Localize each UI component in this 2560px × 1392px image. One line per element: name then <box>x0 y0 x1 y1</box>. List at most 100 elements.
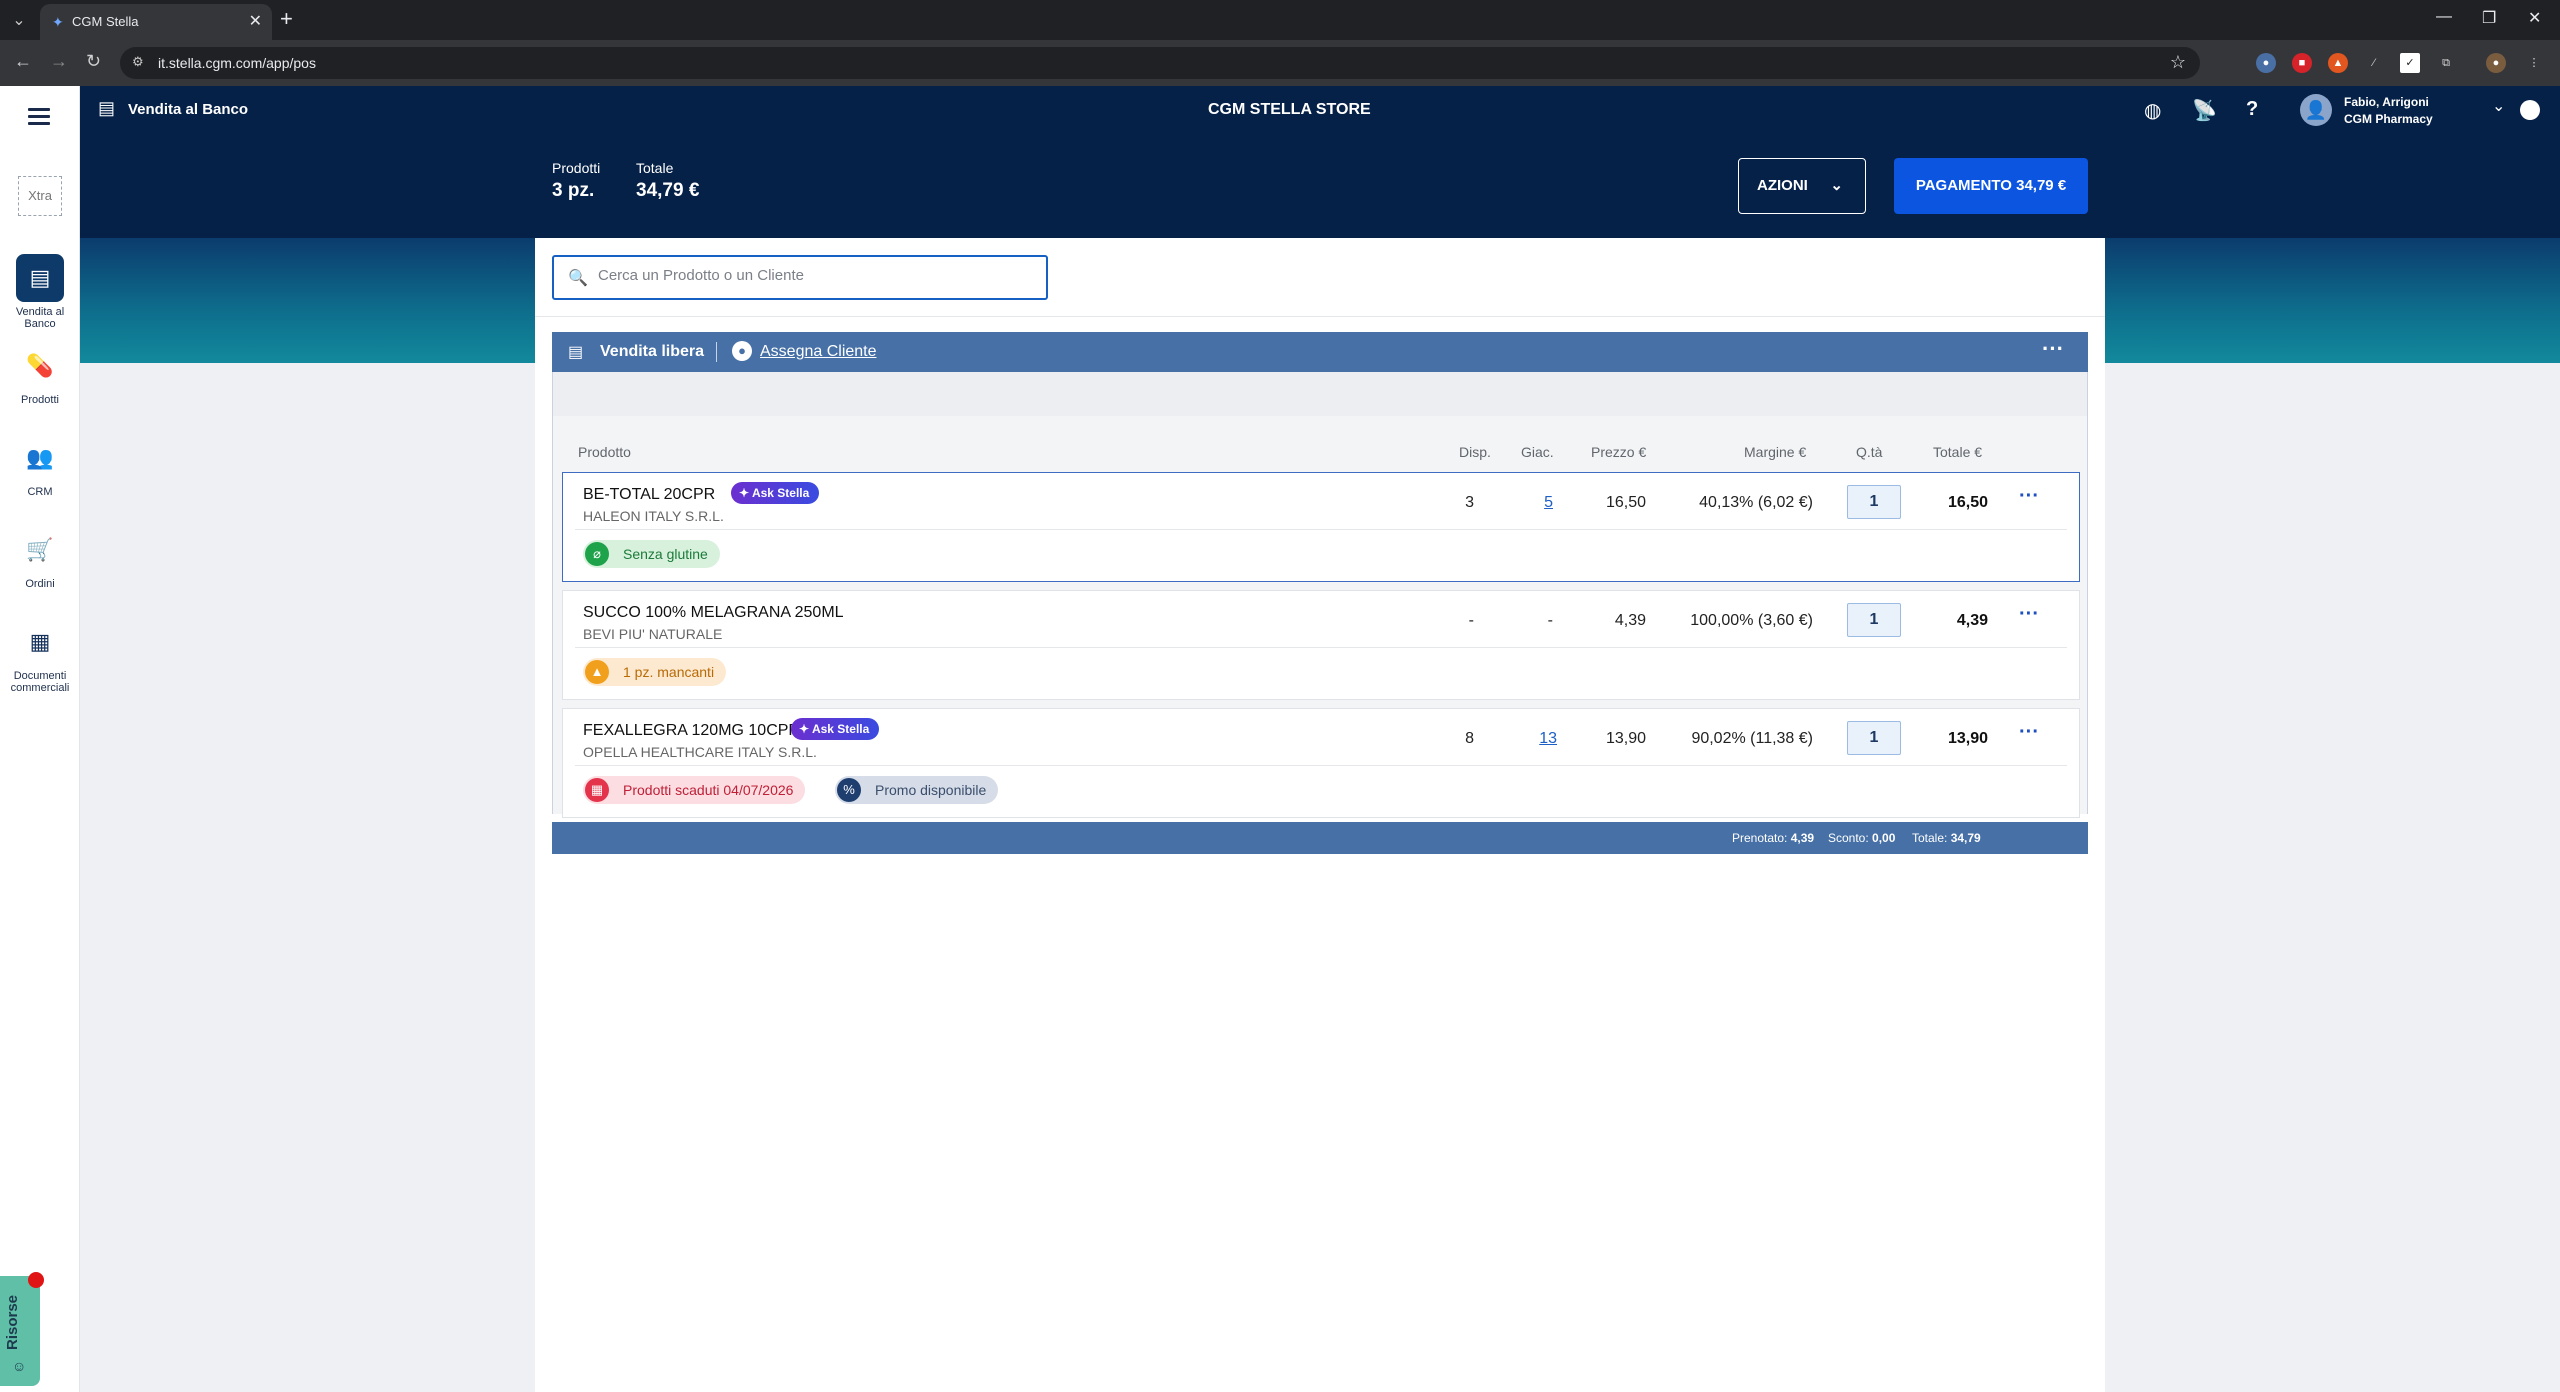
search-input[interactable] <box>598 267 1028 284</box>
avatar[interactable]: 👤 <box>2300 94 2332 126</box>
store-name: CGM STELLA STORE <box>1208 101 1371 118</box>
products-label: Prodotti <box>552 160 601 176</box>
browser-tab[interactable]: ✦ CGM Stella ✕ <box>40 4 272 40</box>
forward-icon[interactable]: → <box>50 51 68 72</box>
broadcast-icon[interactable]: 📡 <box>2192 98 2217 123</box>
user-org: CGM Pharmacy <box>2344 112 2433 126</box>
site-info-icon[interactable]: ⚙ <box>132 54 144 70</box>
extension-1-icon[interactable]: ● <box>2256 53 2276 73</box>
app-header: ▤ Vendita al Banco CGM STELLA STORE ◍ 📡 … <box>80 86 2560 134</box>
column-header-available: Disp. <box>1459 444 1491 460</box>
tab-search-chevron-icon[interactable]: ⌄ <box>6 8 32 34</box>
profile-avatar-icon[interactable]: ● <box>2486 53 2506 73</box>
search-box[interactable]: 🔍 <box>552 255 1048 300</box>
risorse-label: Risorse <box>4 1294 21 1350</box>
back-icon[interactable]: ← <box>14 51 32 72</box>
browser-addressbar: ← → ↻ ⚙ it.stella.cgm.com/app/pos ☆ ● ■ … <box>0 40 2560 86</box>
hamburger-menu-icon[interactable] <box>28 108 50 129</box>
user-info[interactable]: Fabio, Arrigoni CGM Pharmacy <box>2344 94 2433 128</box>
sidebar-item-prodotti[interactable]: 💊 Prodotti <box>0 342 80 406</box>
row-more-icon[interactable]: ··· <box>2019 603 2039 626</box>
payment-button[interactable]: PAGAMENTO 34,79 € <box>1894 158 2088 214</box>
column-header-product: Prodotto <box>578 444 631 460</box>
tag-expired-products[interactable]: ▦ Prodotti scaduti 04/07/2026 <box>583 776 806 804</box>
minimize-icon[interactable]: — <box>2436 8 2452 26</box>
tag-label: Prodotti scaduti 04/07/2026 <box>623 782 794 798</box>
promo-icon: % <box>837 778 861 802</box>
status-toggle[interactable] <box>2520 100 2540 120</box>
reload-icon[interactable]: ↻ <box>86 51 101 72</box>
register-icon: ▤ <box>98 98 116 118</box>
speedometer-icon[interactable]: ◍ <box>2144 98 2161 123</box>
tag-label: Promo disponibile <box>875 782 987 798</box>
sidebar-item-crm[interactable]: 👥 CRM <box>0 434 80 498</box>
tag-missing-pieces: ▲ 1 pz. mancanti <box>583 658 727 686</box>
table-row[interactable]: FEXALLEGRA 120MG 10CPR ✦ Ask Stella OPEL… <box>562 708 2080 818</box>
notification-dot <box>28 1272 44 1288</box>
sidebar-item-label: CRM <box>27 486 53 498</box>
total-summary: Totale: 34,79 <box>1912 831 1981 845</box>
row-total: 4,39 <box>1956 612 1988 629</box>
chevron-down-icon[interactable]: ⌄ <box>2492 96 2505 116</box>
column-header-margin: Margine € <box>1744 444 1807 460</box>
extension-3-icon[interactable]: ▲ <box>2328 53 2348 73</box>
sidebar-item-documenti[interactable]: ▦ Documenti commerciali <box>0 618 80 694</box>
url-bar[interactable]: ⚙ it.stella.cgm.com/app/pos ☆ <box>120 47 2200 79</box>
table-row[interactable]: BE-TOTAL 20CPR ✦ Ask Stella HALEON ITALY… <box>562 472 2080 582</box>
total-value: 34,79 <box>1950 831 1981 845</box>
search-icon: 🔍 <box>568 270 588 287</box>
sale-subbar <box>552 372 2088 416</box>
user-name: Fabio, Arrigoni <box>2344 95 2429 109</box>
adblock-icon[interactable]: ■ <box>2292 53 2312 73</box>
bookmark-star-icon[interactable]: ☆ <box>2170 52 2186 73</box>
smile-icon: ☺ <box>12 1358 27 1374</box>
close-window-icon[interactable]: ✕ <box>2528 8 2541 28</box>
sidebar-item-ordini[interactable]: 🛒 Ordini <box>0 526 80 590</box>
restore-icon[interactable]: ❐ <box>2482 8 2496 28</box>
extensions-puzzle-icon[interactable]: ⧉ <box>2436 53 2456 73</box>
app-sidebar: Xtra ▤ Vendita al Banco 💊 Prodotti 👥 CRM… <box>0 86 80 1392</box>
help-icon[interactable]: ? <box>2246 98 2258 121</box>
calendar-icon: ▦ <box>585 778 609 802</box>
divider <box>716 342 717 362</box>
sale-panel-footer: Prenotato: 4,39 Sconto: 0,00 Totale: 34,… <box>552 822 2088 854</box>
sidebar-item-vendita[interactable]: ▤ Vendita al Banco <box>0 254 80 330</box>
sidebar-item-label: Ordini <box>25 578 55 590</box>
risorse-tab[interactable]: Risorse ☺ <box>0 1272 44 1386</box>
extension-5-icon[interactable]: ✓ <box>2400 53 2420 73</box>
extension-4-icon[interactable]: ⁄ <box>2364 53 2384 73</box>
tag-label: 1 pz. mancanti <box>623 664 715 680</box>
chevron-down-icon: ⌄ <box>1830 177 1843 194</box>
row-more-icon[interactable]: ··· <box>2019 721 2039 744</box>
actions-button[interactable]: AZIONI ⌄ <box>1738 158 1866 214</box>
register-icon: ▤ <box>568 344 584 361</box>
divider <box>575 529 2067 530</box>
more-options-icon[interactable]: ··· <box>2042 336 2064 362</box>
new-tab-icon[interactable]: + <box>280 6 293 32</box>
reserved-summary: Prenotato: 4,39 <box>1732 831 1814 845</box>
main-panel: 🔍 ▤ Vendita libera ● Assegna Cliente ···… <box>535 238 2105 1392</box>
tag-label: Senza glutine <box>623 546 708 562</box>
xtra-logo[interactable]: Xtra <box>18 176 62 216</box>
sidebar-item-label: Documenti commerciali <box>10 670 70 694</box>
browser-tabbar: ⌄ ✦ CGM Stella ✕ + — ❐ ✕ <box>0 0 2560 40</box>
warning-icon: ▲ <box>585 660 609 684</box>
pill-icon: 💊 <box>26 353 54 378</box>
total-label: Totale: <box>1912 831 1948 845</box>
table-row[interactable]: SUCCO 100% MELAGRANA 250ML BEVI PIU' NAT… <box>562 590 2080 700</box>
assign-customer-link[interactable]: Assegna Cliente <box>760 343 877 361</box>
row-more-icon[interactable]: ··· <box>2019 485 2039 508</box>
actions-label: AZIONI <box>1757 177 1808 194</box>
browser-menu-icon[interactable]: ⋮ <box>2524 53 2544 73</box>
reserved-value: 4,39 <box>1790 831 1815 845</box>
discount-summary: Sconto: 0,00 <box>1828 831 1895 845</box>
tag-promo-available[interactable]: % Promo disponibile <box>835 776 999 804</box>
reserved-label: Prenotato: <box>1732 831 1788 845</box>
discount-value: 0,00 <box>1872 831 1896 845</box>
tab-close-icon[interactable]: ✕ <box>249 11 262 31</box>
divider <box>575 765 2067 766</box>
no-gluten-icon: ⌀ <box>585 542 609 566</box>
total-label: Totale <box>636 160 674 176</box>
sidebar-item-label: Vendita al Banco <box>15 306 65 330</box>
sale-panel-header: ▤ Vendita libera ● Assegna Cliente ··· <box>552 332 2088 372</box>
